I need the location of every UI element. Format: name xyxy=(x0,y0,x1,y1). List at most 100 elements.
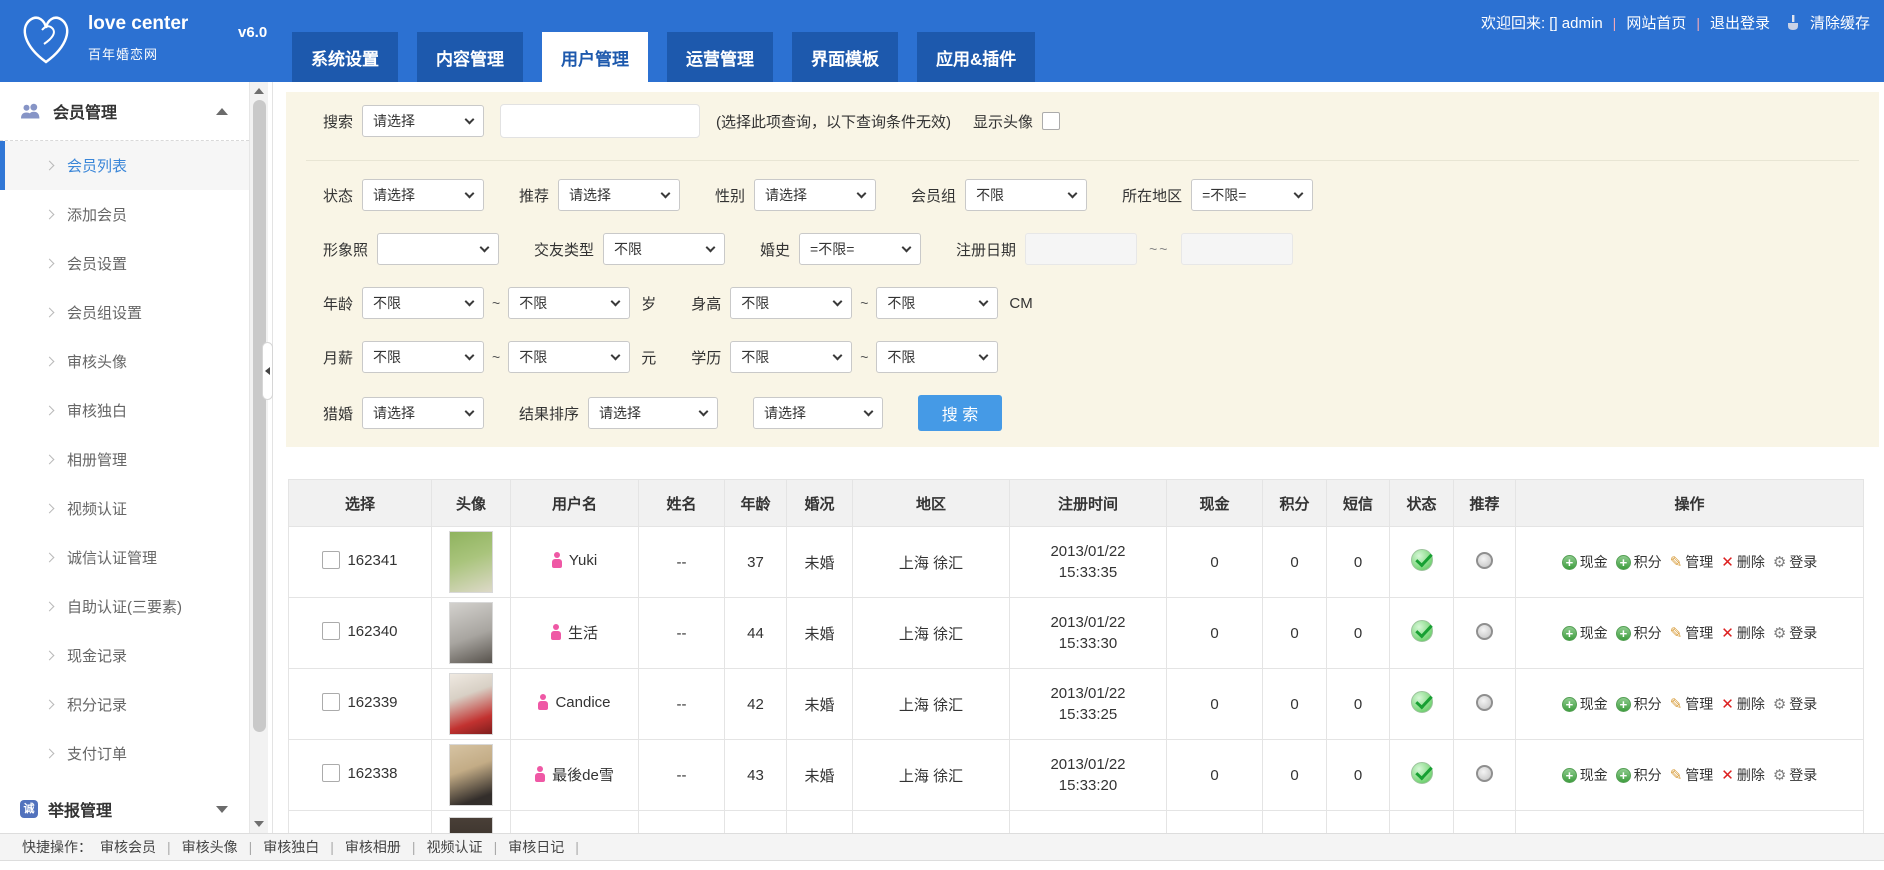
add-points-action[interactable]: + 积分 xyxy=(1616,623,1662,643)
quickbar-link[interactable]: 审核头像 xyxy=(182,839,238,855)
add-cash-action[interactable]: + 现金 xyxy=(1562,765,1608,785)
add-points-action[interactable]: + 积分 xyxy=(1616,552,1662,572)
sidebar-item[interactable]: 现金记录 xyxy=(0,631,249,680)
delete-action[interactable]: ✕ 删除 xyxy=(1721,552,1765,572)
row-checkbox[interactable] xyxy=(322,764,340,782)
sidebar-section-member-management[interactable]: 会员管理 xyxy=(0,82,249,140)
hunt-select[interactable]: 请选择 xyxy=(362,397,484,429)
status-approved-check-icon[interactable] xyxy=(1411,691,1433,713)
filter-select[interactable]: 不限 xyxy=(965,179,1087,211)
collapse-up-icon[interactable] xyxy=(216,108,228,115)
filter-select[interactable]: 请选择 xyxy=(362,179,484,211)
filter-select[interactable]: =不限= xyxy=(1191,179,1313,211)
add-cash-action[interactable]: + 现金 xyxy=(1562,694,1608,714)
add-cash-action[interactable]: + 现金 xyxy=(1562,552,1608,572)
recommend-off-radio-icon[interactable] xyxy=(1476,694,1493,711)
manage-action[interactable]: ✎ 管理 xyxy=(1670,765,1714,785)
height-to-select[interactable]: 不限 xyxy=(876,287,998,319)
member-avatar[interactable] xyxy=(449,817,493,833)
row-checkbox[interactable] xyxy=(322,693,340,711)
sidebar-item[interactable]: 诚信认证管理 xyxy=(0,533,249,582)
scroll-up-arrow-icon[interactable] xyxy=(254,88,264,94)
status-approved-check-icon[interactable] xyxy=(1411,549,1433,571)
member-avatar[interactable] xyxy=(449,744,493,806)
manage-action[interactable]: ✎ 管理 xyxy=(1670,694,1714,714)
filter-select[interactable]: =不限= xyxy=(799,233,921,265)
add-points-action[interactable]: + 积分 xyxy=(1616,694,1662,714)
row-checkbox[interactable] xyxy=(322,551,340,569)
member-username[interactable]: Yuki xyxy=(569,552,597,569)
sort-order-select[interactable]: 请选择 xyxy=(753,397,883,429)
member-username[interactable]: 最後de雪 xyxy=(552,764,614,785)
recommend-off-radio-icon[interactable] xyxy=(1476,623,1493,640)
manage-action[interactable]: ✎ 管理 xyxy=(1670,552,1714,572)
login-as-action[interactable]: ⚙ 登录 xyxy=(1773,552,1817,572)
sidebar-item[interactable]: 支付订单 xyxy=(0,729,249,778)
manage-action[interactable]: ✎ 管理 xyxy=(1670,623,1714,643)
quickbar-link[interactable]: 视频认证 xyxy=(427,839,483,855)
member-username[interactable]: 生活 xyxy=(568,622,598,643)
quickbar-link[interactable]: 审核日记 xyxy=(508,839,564,855)
quickbar-link[interactable]: 审核相册 xyxy=(345,839,401,855)
education-from-select[interactable]: 不限 xyxy=(730,341,852,373)
keyword-type-select[interactable]: 请选择 xyxy=(362,105,484,137)
expand-down-icon[interactable] xyxy=(216,806,228,813)
site-home-link[interactable]: 网站首页 xyxy=(1626,12,1686,33)
delete-action[interactable]: ✕ 删除 xyxy=(1721,694,1765,714)
login-as-action[interactable]: ⚙ 登录 xyxy=(1773,694,1817,714)
sidebar-item[interactable]: 自助认证(三要素) xyxy=(0,582,249,631)
quickbar-link[interactable]: 审核会员 xyxy=(100,839,156,855)
keyword-input[interactable] xyxy=(500,104,700,138)
add-points-action[interactable]: + 积分 xyxy=(1616,765,1662,785)
member-username[interactable]: Candice xyxy=(555,694,610,711)
delete-action[interactable]: ✕ 删除 xyxy=(1721,623,1765,643)
member-avatar[interactable] xyxy=(449,531,493,593)
age-from-select[interactable]: 不限 xyxy=(362,287,484,319)
clear-cache-link[interactable]: 清除缓存 xyxy=(1810,12,1870,33)
sidebar-item[interactable]: 积分记录 xyxy=(0,680,249,729)
sidebar-scrollbar[interactable] xyxy=(249,82,268,833)
nav-tab[interactable]: 运营管理 xyxy=(667,32,773,82)
sidebar-item[interactable]: 会员列表 xyxy=(0,141,249,190)
login-as-action[interactable]: ⚙ 登录 xyxy=(1773,765,1817,785)
sidebar-collapse-handle[interactable] xyxy=(262,342,273,400)
recommend-off-radio-icon[interactable] xyxy=(1476,765,1493,782)
member-avatar[interactable] xyxy=(449,673,493,735)
salary-from-select[interactable]: 不限 xyxy=(362,341,484,373)
height-from-select[interactable]: 不限 xyxy=(730,287,852,319)
reg-date-to-input[interactable] xyxy=(1181,233,1293,265)
delete-action[interactable]: ✕ 删除 xyxy=(1721,765,1765,785)
reg-date-from-input[interactable] xyxy=(1025,233,1137,265)
show-avatar-checkbox[interactable] xyxy=(1042,112,1060,130)
logout-link[interactable]: 退出登录 xyxy=(1710,12,1770,33)
row-checkbox[interactable] xyxy=(322,622,340,640)
sidebar-item[interactable]: 视频认证 xyxy=(0,484,249,533)
sidebar-section-report-management[interactable]: 诚 举报管理 xyxy=(0,788,249,830)
sidebar-item[interactable]: 会员组设置 xyxy=(0,288,249,337)
salary-to-select[interactable]: 不限 xyxy=(508,341,630,373)
nav-tab[interactable]: 应用&插件 xyxy=(917,32,1035,82)
education-to-select[interactable]: 不限 xyxy=(876,341,998,373)
filter-select[interactable]: 请选择 xyxy=(558,179,680,211)
filter-select[interactable]: 请选择 xyxy=(754,179,876,211)
scroll-down-arrow-icon[interactable] xyxy=(254,821,264,827)
filter-select[interactable]: 不限 xyxy=(603,233,725,265)
sidebar-item[interactable]: 审核头像 xyxy=(0,337,249,386)
nav-tab[interactable]: 用户管理 xyxy=(542,32,648,82)
recommend-off-radio-icon[interactable] xyxy=(1476,552,1493,569)
sidebar-item[interactable]: 添加会员 xyxy=(0,190,249,239)
age-to-select[interactable]: 不限 xyxy=(508,287,630,319)
member-avatar[interactable] xyxy=(449,602,493,664)
nav-tab[interactable]: 内容管理 xyxy=(417,32,523,82)
add-cash-action[interactable]: + 现金 xyxy=(1562,623,1608,643)
login-as-action[interactable]: ⚙ 登录 xyxy=(1773,623,1817,643)
sidebar-item[interactable]: 相册管理 xyxy=(0,435,249,484)
nav-tab[interactable]: 界面模板 xyxy=(792,32,898,82)
nav-tab[interactable]: 系统设置 xyxy=(292,32,398,82)
sidebar-item[interactable]: 会员设置 xyxy=(0,239,249,288)
filter-select[interactable] xyxy=(377,233,499,265)
sort-select[interactable]: 请选择 xyxy=(588,397,718,429)
status-approved-check-icon[interactable] xyxy=(1411,620,1433,642)
scrollbar-thumb[interactable] xyxy=(253,100,266,732)
quickbar-link[interactable]: 审核独白 xyxy=(263,839,319,855)
